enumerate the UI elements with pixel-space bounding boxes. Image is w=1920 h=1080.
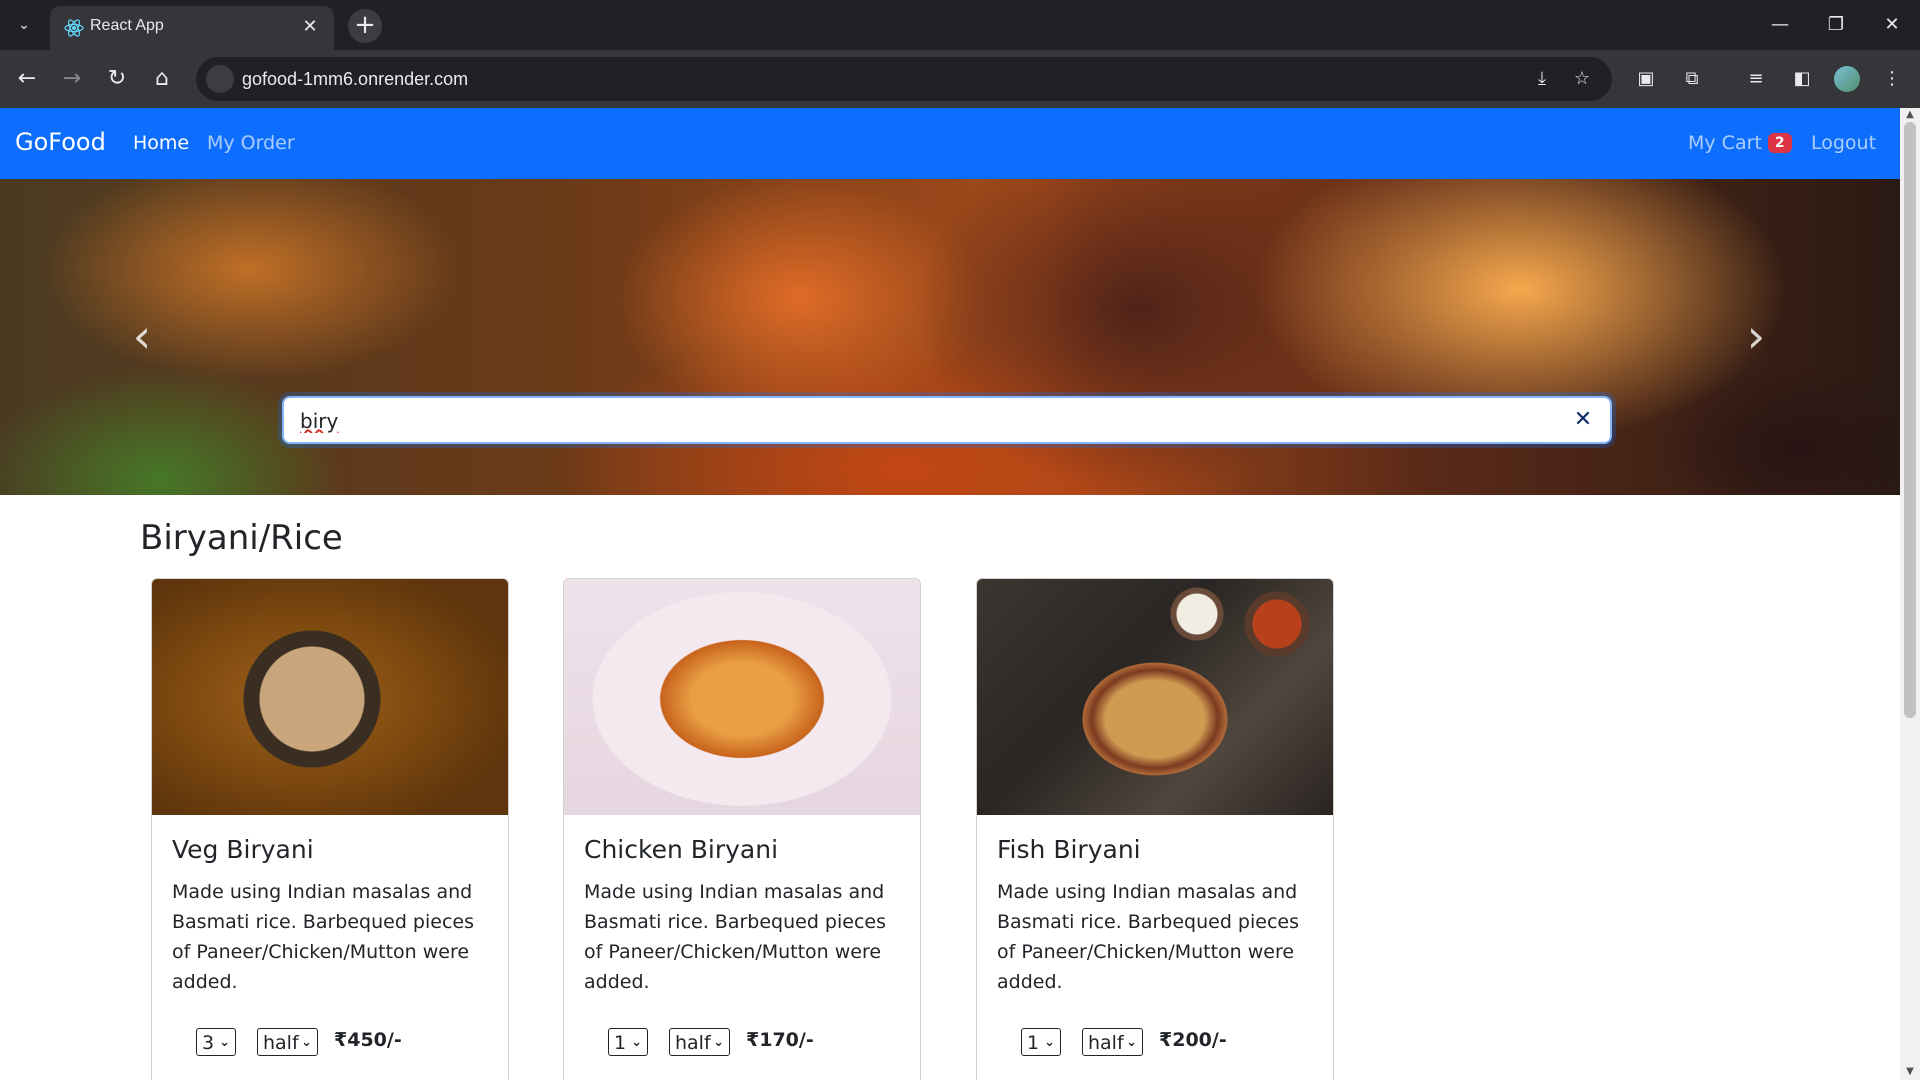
nav-my-order-link[interactable]: My Order	[207, 132, 295, 154]
chevron-down-icon: ⌄	[219, 1035, 230, 1050]
chevron-down-icon: ⌄	[1044, 1035, 1055, 1050]
quantity-select[interactable]: 1 ⌄	[608, 1028, 648, 1056]
close-tab-icon[interactable]: ✕	[298, 15, 322, 39]
size-select[interactable]: half ⌄	[257, 1028, 318, 1056]
menu-icon[interactable]: ⋮	[1876, 63, 1908, 95]
logout-button[interactable]: Logout	[1811, 132, 1876, 154]
size-value: half	[675, 1032, 711, 1054]
quantity-value: 1	[614, 1032, 627, 1054]
reload-icon[interactable]: ↻	[100, 62, 134, 96]
browser-tab-strip: ⌄ React App ✕ + — ❐ ✕	[0, 0, 1920, 50]
bookmark-star-icon[interactable]: ☆	[1568, 65, 1596, 93]
food-card: Veg Biryani Made using Indian masalas an…	[151, 578, 509, 1080]
quantity-select[interactable]: 1 ⌄	[1021, 1028, 1061, 1056]
quantity-select[interactable]: 3 ⌄	[196, 1028, 236, 1056]
food-image	[152, 579, 508, 815]
react-favicon-icon	[64, 19, 84, 37]
food-description: Made using Indian masalas and Basmati ri…	[997, 881, 1299, 993]
page-viewport: GoFood Home My Order My Cart 2 Logout ‹ ›…	[0, 108, 1900, 1080]
size-select[interactable]: half ⌄	[1082, 1028, 1143, 1056]
food-image	[977, 579, 1333, 815]
size-value: half	[1088, 1032, 1124, 1054]
category-title: Biryani/Rice	[140, 518, 343, 558]
food-price: ₹450/-	[334, 1029, 402, 1051]
browser-toolbar: ← → ↻ ⌂ gofood-1mm6.onrender.com ⤓ ☆ ▣ ⧉…	[0, 50, 1920, 108]
food-price: ₹200/-	[1159, 1029, 1227, 1051]
food-description: Made using Indian masalas and Basmati ri…	[172, 881, 474, 993]
quantity-value: 1	[1027, 1032, 1040, 1054]
side-panel-icon[interactable]: ◧	[1786, 63, 1818, 95]
chevron-down-icon: ⌄	[713, 1035, 724, 1050]
cart-count-badge: 2	[1767, 133, 1792, 153]
profile-avatar-icon[interactable]	[1834, 66, 1860, 92]
my-cart-label: My Cart	[1688, 132, 1762, 154]
minimize-icon[interactable]: —	[1752, 0, 1808, 50]
install-icon[interactable]: ⤓	[1528, 65, 1556, 93]
home-icon[interactable]: ⌂	[145, 62, 179, 96]
address-bar[interactable]: gofood-1mm6.onrender.com ⤓ ☆	[196, 57, 1612, 101]
scrollbar-thumb[interactable]	[1904, 122, 1916, 718]
food-description: Made using Indian masalas and Basmati ri…	[584, 881, 886, 993]
search-input[interactable]	[298, 406, 1502, 436]
close-window-icon[interactable]: ✕	[1864, 0, 1920, 50]
food-card: Chicken Biryani Made using Indian masala…	[563, 578, 921, 1080]
reading-list-icon[interactable]: ≡	[1740, 63, 1772, 95]
browser-tab[interactable]: React App ✕	[50, 6, 334, 50]
food-name: Veg Biryani	[172, 835, 314, 864]
site-info-icon[interactable]	[206, 65, 234, 93]
site-navbar: GoFood Home My Order My Cart 2 Logout	[0, 108, 1900, 179]
forward-icon[interactable]: →	[55, 62, 89, 96]
url-text[interactable]: gofood-1mm6.onrender.com	[242, 69, 468, 90]
chevron-down-icon: ⌄	[1126, 1035, 1137, 1050]
restore-icon[interactable]: ❐	[1808, 0, 1864, 50]
chevron-down-icon: ⌄	[631, 1035, 642, 1050]
cast-icon[interactable]: ▣	[1630, 63, 1662, 95]
size-value: half	[263, 1032, 299, 1054]
food-image	[564, 579, 920, 815]
extensions-icon[interactable]: ⧉	[1676, 63, 1708, 95]
scroll-down-icon[interactable]: ▼	[1904, 1066, 1916, 1078]
search-box: ✕	[282, 396, 1612, 444]
tab-title: React App	[90, 17, 164, 34]
size-select[interactable]: half ⌄	[669, 1028, 730, 1056]
brand-logo[interactable]: GoFood	[15, 128, 106, 156]
back-icon[interactable]: ←	[10, 62, 44, 96]
scroll-up-icon[interactable]: ▲	[1904, 109, 1916, 121]
new-tab-button[interactable]: +	[348, 9, 382, 43]
food-card: Fish Biryani Made using Indian masalas a…	[976, 578, 1334, 1080]
food-name: Chicken Biryani	[584, 835, 779, 864]
tab-list-icon[interactable]: ⌄	[10, 12, 38, 38]
clear-search-icon[interactable]: ✕	[1570, 407, 1596, 433]
hero-carousel: ‹ › ✕	[0, 179, 1900, 495]
quantity-value: 3	[202, 1032, 215, 1054]
food-price: ₹170/-	[746, 1029, 814, 1051]
chevron-down-icon: ⌄	[301, 1035, 312, 1050]
nav-home-link[interactable]: Home	[133, 132, 189, 154]
my-cart-button[interactable]: My Cart 2	[1688, 132, 1792, 154]
page-scrollbar[interactable]: ▲ ▼	[1900, 108, 1920, 1080]
carousel-next-icon[interactable]: ›	[1736, 311, 1776, 361]
carousel-prev-icon[interactable]: ‹	[122, 311, 162, 361]
food-name: Fish Biryani	[997, 835, 1141, 864]
